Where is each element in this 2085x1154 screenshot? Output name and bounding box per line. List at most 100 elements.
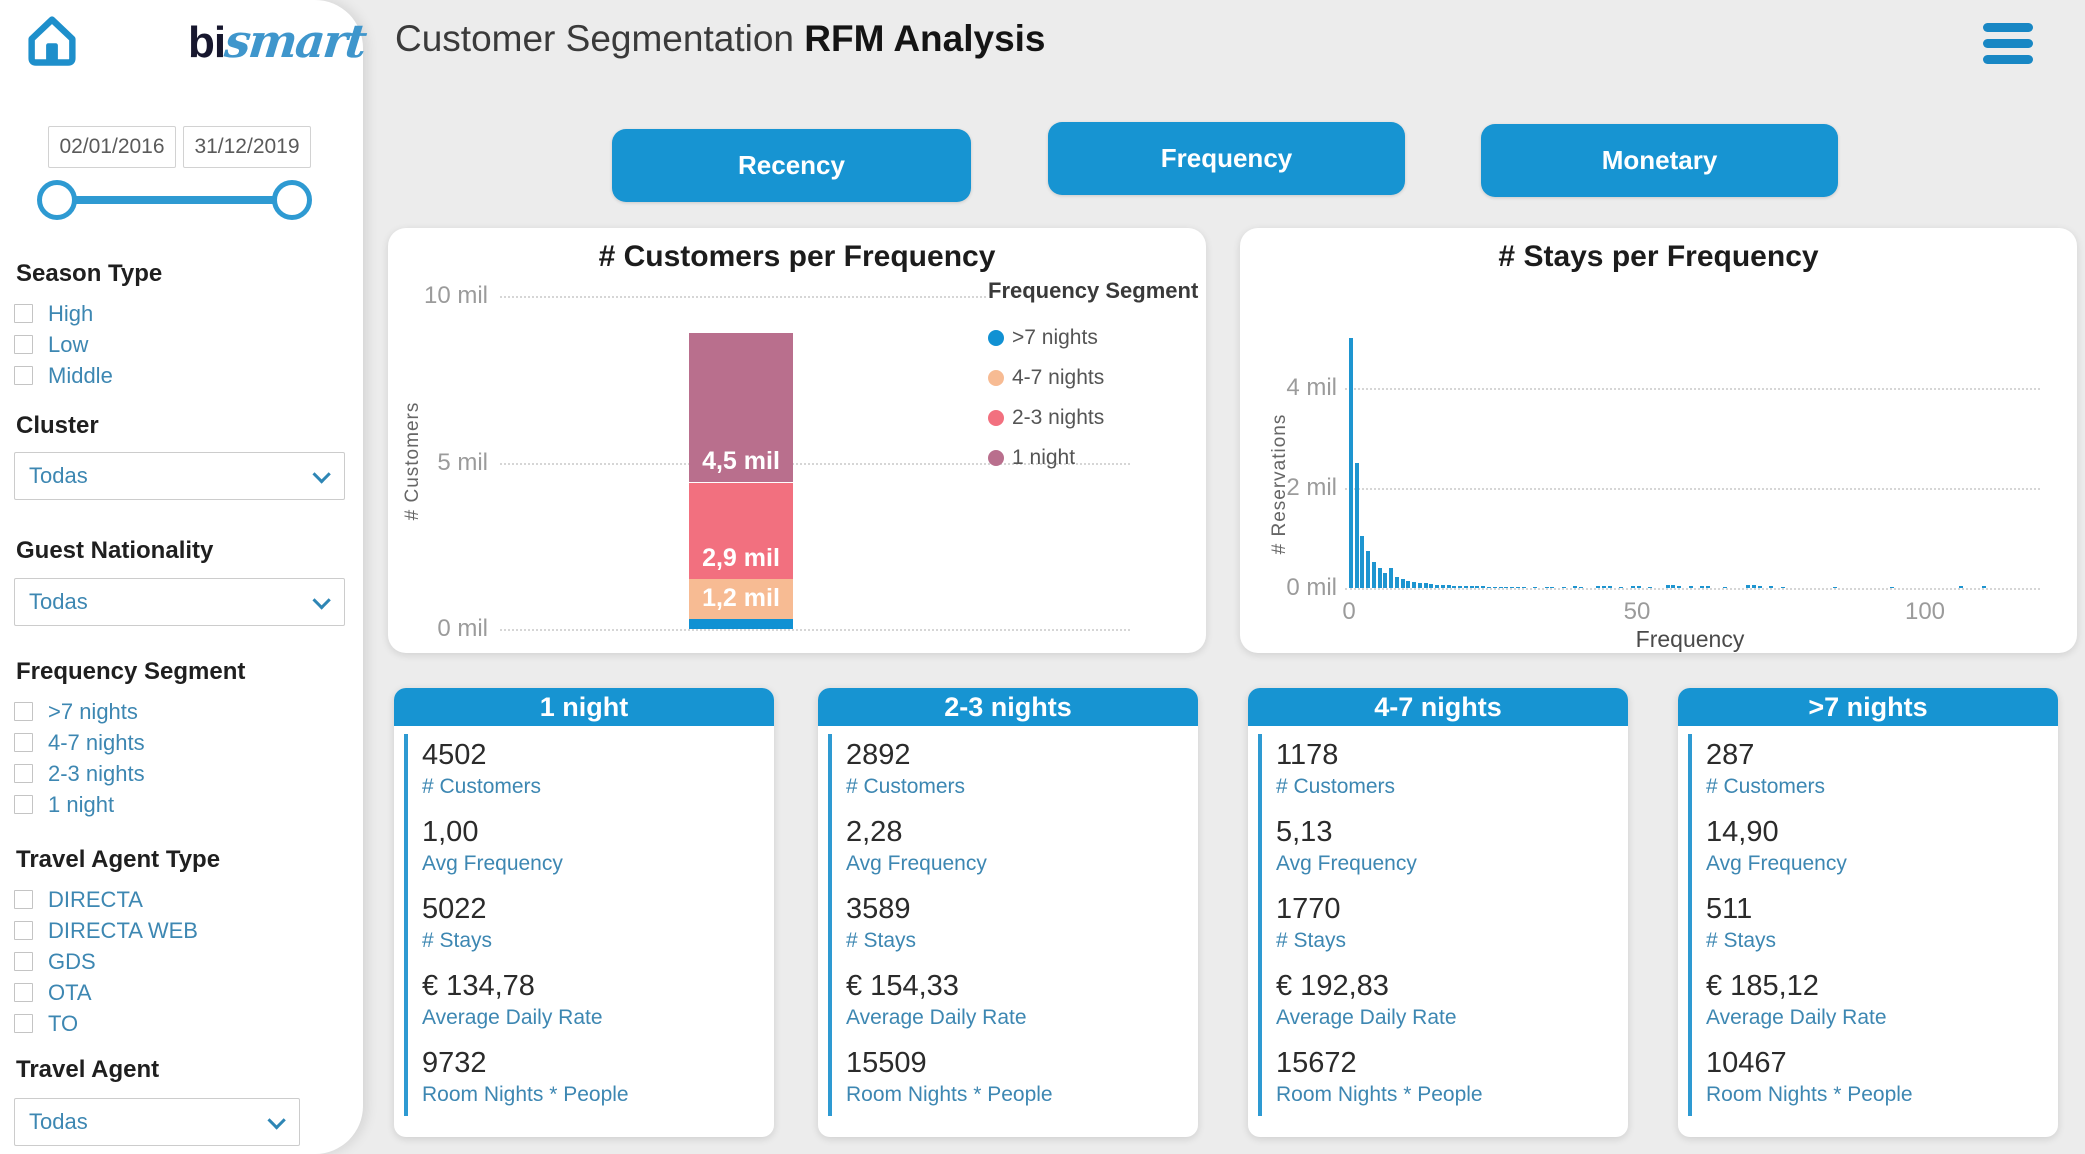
cluster-dropdown[interactable]: Todas bbox=[14, 452, 345, 500]
checkbox[interactable] bbox=[14, 366, 33, 385]
histogram-bar[interactable] bbox=[1366, 550, 1371, 588]
histogram-bar[interactable] bbox=[1452, 585, 1457, 588]
histogram-bar[interactable] bbox=[1982, 585, 1987, 588]
histogram-bar[interactable] bbox=[1354, 463, 1359, 588]
home-button[interactable] bbox=[22, 10, 82, 70]
checkbox[interactable] bbox=[14, 952, 33, 971]
histogram-bar[interactable] bbox=[1481, 586, 1486, 588]
histogram-bar[interactable] bbox=[1648, 586, 1653, 588]
checkbox[interactable] bbox=[14, 1014, 33, 1033]
checkbox[interactable] bbox=[14, 921, 33, 940]
histogram-bar[interactable] bbox=[1533, 586, 1538, 588]
legend-item-4-7-nights[interactable]: 4-7 nights bbox=[988, 358, 1198, 398]
histogram-bar[interactable] bbox=[1400, 579, 1405, 588]
histogram-bar[interactable] bbox=[1429, 584, 1434, 588]
histogram-bar[interactable] bbox=[1423, 583, 1428, 588]
travel-agent-type-option-gds[interactable]: GDS bbox=[14, 946, 198, 977]
checkbox[interactable] bbox=[14, 764, 33, 783]
histogram-bar[interactable] bbox=[1751, 585, 1756, 588]
tab-monetary[interactable]: Monetary bbox=[1481, 124, 1838, 197]
histogram-bar[interactable] bbox=[1602, 586, 1607, 588]
histogram-bar[interactable] bbox=[1636, 586, 1641, 588]
histogram-bar[interactable] bbox=[1579, 586, 1584, 588]
tab-frequency[interactable]: Frequency bbox=[1048, 122, 1405, 195]
bar-segment-1-night[interactable]: 4,5 mil bbox=[689, 332, 793, 483]
histogram-bar[interactable] bbox=[1498, 586, 1503, 588]
histogram-bar[interactable] bbox=[1619, 586, 1624, 588]
guest-nationality-dropdown[interactable]: Todas bbox=[14, 578, 345, 626]
histogram-bar[interactable] bbox=[1561, 586, 1566, 588]
histogram-bar[interactable] bbox=[1780, 586, 1785, 588]
travel-agent-dropdown[interactable]: Todas bbox=[14, 1098, 300, 1146]
bar-segment-4-7-nights[interactable]: 1,2 mil bbox=[689, 579, 793, 620]
histogram-bar[interactable] bbox=[1458, 585, 1463, 588]
histogram-bar[interactable] bbox=[1515, 586, 1520, 588]
date-slider-handle-start[interactable] bbox=[37, 180, 77, 220]
histogram-bar[interactable] bbox=[1383, 573, 1388, 588]
histogram-bar[interactable] bbox=[1487, 586, 1491, 588]
season-type-option-high[interactable]: High bbox=[14, 298, 113, 329]
checkbox[interactable] bbox=[14, 304, 33, 323]
histogram-bar[interactable] bbox=[1435, 584, 1440, 588]
checkbox[interactable] bbox=[14, 890, 33, 909]
histogram-bar[interactable] bbox=[1412, 582, 1417, 588]
histogram-bar[interactable] bbox=[1677, 585, 1682, 588]
histogram-bar[interactable] bbox=[1723, 586, 1728, 588]
legend-item-7-nights[interactable]: >7 nights bbox=[988, 318, 1198, 358]
histogram-bar[interactable] bbox=[1492, 586, 1497, 588]
histogram-bar[interactable] bbox=[1607, 586, 1612, 588]
travel-agent-type-option-ota[interactable]: OTA bbox=[14, 977, 198, 1008]
histogram-bar[interactable] bbox=[1832, 586, 1837, 588]
date-from-input[interactable]: 02/01/2016 bbox=[48, 126, 176, 168]
checkbox[interactable] bbox=[14, 702, 33, 721]
histogram-bar[interactable] bbox=[1463, 585, 1468, 588]
frequency-segment-option-7-nights[interactable]: >7 nights bbox=[14, 696, 145, 727]
frequency-segment-option-2-3-nights[interactable]: 2-3 nights bbox=[14, 758, 145, 789]
histogram-bar[interactable] bbox=[1544, 586, 1549, 588]
histogram-bar[interactable] bbox=[1688, 586, 1693, 588]
histogram-bar[interactable] bbox=[1446, 585, 1451, 588]
histogram-bar[interactable] bbox=[1705, 586, 1710, 588]
histogram-bar[interactable] bbox=[1377, 568, 1382, 588]
histogram-bar[interactable] bbox=[1665, 585, 1670, 588]
bar-segment-2-3-nights[interactable]: 2,9 mil bbox=[689, 482, 793, 580]
date-to-input[interactable]: 31/12/2019 bbox=[183, 126, 311, 168]
histogram-bar[interactable] bbox=[1360, 535, 1365, 588]
hamburger-menu-button[interactable] bbox=[1983, 23, 2033, 71]
histogram-bar[interactable] bbox=[1757, 585, 1762, 588]
histogram-bar[interactable] bbox=[1700, 585, 1705, 588]
histogram-bar[interactable] bbox=[1406, 581, 1411, 588]
date-slider-track[interactable] bbox=[57, 196, 292, 204]
histogram-bar[interactable] bbox=[1746, 585, 1751, 588]
checkbox[interactable] bbox=[14, 795, 33, 814]
histogram-bar[interactable] bbox=[1596, 585, 1601, 588]
histogram-bar[interactable] bbox=[1769, 586, 1774, 588]
checkbox[interactable] bbox=[14, 335, 33, 354]
checkbox[interactable] bbox=[14, 983, 33, 1002]
travel-agent-type-option-directa-web[interactable]: DIRECTA WEB bbox=[14, 915, 198, 946]
histogram-bar[interactable] bbox=[1959, 586, 1964, 588]
histogram-bar[interactable] bbox=[1389, 568, 1394, 588]
season-type-option-low[interactable]: Low bbox=[14, 329, 113, 360]
travel-agent-type-option-to[interactable]: TO bbox=[14, 1008, 198, 1039]
histogram-bar[interactable] bbox=[1371, 562, 1376, 588]
histogram-bar[interactable] bbox=[1510, 586, 1515, 588]
histogram-bar[interactable] bbox=[1475, 586, 1480, 588]
histogram-bar[interactable] bbox=[1550, 586, 1555, 588]
checkbox[interactable] bbox=[14, 733, 33, 752]
histogram-bar[interactable] bbox=[1890, 586, 1895, 588]
legend-item-2-3-nights[interactable]: 2-3 nights bbox=[988, 398, 1198, 438]
histogram-bar[interactable] bbox=[1521, 586, 1526, 588]
histogram-bar[interactable] bbox=[1671, 585, 1676, 588]
tab-recency[interactable]: Recency bbox=[612, 129, 971, 202]
season-type-option-middle[interactable]: Middle bbox=[14, 360, 113, 391]
bar-segment-7-nights[interactable] bbox=[689, 619, 793, 629]
date-slider-handle-end[interactable] bbox=[272, 180, 312, 220]
histogram-bar[interactable] bbox=[1348, 338, 1353, 588]
histogram-bar[interactable] bbox=[1417, 583, 1422, 588]
histogram-bar[interactable] bbox=[1394, 577, 1399, 588]
histogram-bar[interactable] bbox=[1469, 586, 1474, 588]
histogram-bar[interactable] bbox=[1504, 586, 1509, 588]
histogram-bar[interactable] bbox=[1631, 585, 1635, 588]
legend-item-1-night[interactable]: 1 night bbox=[988, 438, 1198, 478]
